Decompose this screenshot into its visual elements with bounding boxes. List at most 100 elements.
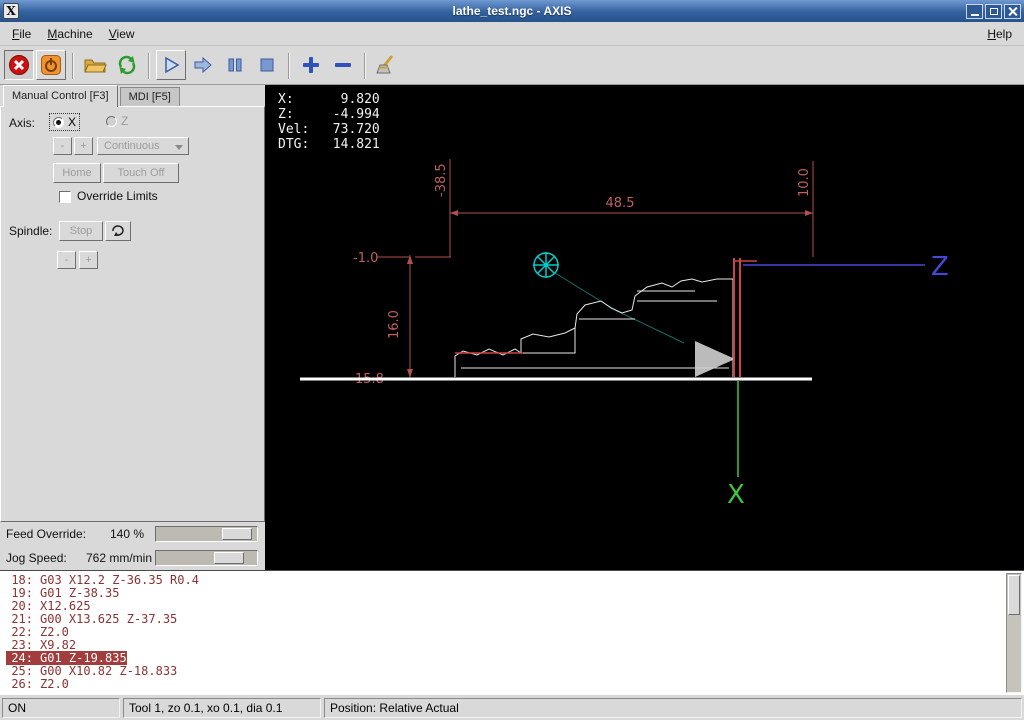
tab-mdi[interactable]: MDI [F5] xyxy=(119,87,180,107)
program-line[interactable]: 22: Z2.0 xyxy=(6,626,1000,639)
stop-button[interactable] xyxy=(252,50,282,80)
preview-canvas[interactable]: 48.5 -38.5 10.0 -1.0 16.0 15.8 xyxy=(265,85,1024,570)
main-area: Manual Control [F3] MDI [F5] Axis: X Z -… xyxy=(0,85,1024,570)
program-line[interactable]: 19: G01 Z-38.35 xyxy=(6,587,1000,600)
toolbar-separator xyxy=(364,53,366,79)
axis-window: X lathe_test.ngc - AXIS File Machine Vie… xyxy=(0,0,1024,720)
program-scrollbar[interactable] xyxy=(1006,573,1022,693)
dim-height-label: 16.0 xyxy=(387,310,402,339)
spindle-forward-button[interactable] xyxy=(105,221,131,241)
jog-speed-row: Jog Speed: 762 mm/min xyxy=(0,546,265,570)
stop-icon xyxy=(260,58,274,72)
menu-view[interactable]: View xyxy=(101,24,143,44)
feed-override-label: Feed Override: xyxy=(6,527,87,541)
jog-minus-button[interactable]: - xyxy=(53,137,72,155)
toolbar-separator xyxy=(72,53,74,79)
close-button[interactable] xyxy=(1004,3,1021,19)
home-button[interactable]: Home xyxy=(53,163,101,183)
control-panel: Manual Control [F3] MDI [F5] Axis: X Z -… xyxy=(0,85,265,570)
window-controls xyxy=(966,3,1021,19)
program-line[interactable]: 26: Z2.0 xyxy=(6,678,1000,691)
spindle-stop-button[interactable]: Stop xyxy=(59,221,103,241)
scrollbar-thumb[interactable] xyxy=(1008,575,1020,615)
feed-override-value: 140 % xyxy=(110,527,145,541)
dro-vel: Vel: 73.720 xyxy=(278,122,380,137)
part-outline xyxy=(454,278,734,377)
z-axis-label: Z xyxy=(931,252,949,282)
axis-label: Axis: xyxy=(9,116,36,130)
dim-top-label: -1.0 xyxy=(353,251,378,266)
estop-icon xyxy=(9,55,29,75)
program-line[interactable]: 23: X9.82 xyxy=(6,639,1000,652)
minimize-icon xyxy=(970,14,979,16)
run-button[interactable] xyxy=(156,50,186,80)
zoom-in-button[interactable] xyxy=(296,50,326,80)
manual-control-pane: Axis: X Z - + Continuous Home Touch Off xyxy=(0,106,265,522)
window-icon: X xyxy=(3,3,19,19)
toolbar-separator xyxy=(148,53,150,79)
tab-bar: Manual Control [F3] MDI [F5] xyxy=(0,85,265,107)
run-icon xyxy=(165,56,180,74)
clear-plot-button[interactable] xyxy=(372,50,402,80)
tool-marker-icon xyxy=(533,252,559,278)
maximize-button[interactable] xyxy=(985,3,1002,19)
tool-cone xyxy=(695,341,735,377)
toolbar xyxy=(0,46,1024,85)
dro-dtg: DTG: 14.821 xyxy=(278,137,380,152)
jog-mode-value: Continuous xyxy=(104,140,160,152)
reload-button[interactable] xyxy=(112,50,142,80)
pause-icon xyxy=(228,58,242,72)
program-line[interactable]: 25: G00 X10.82 Z-18.833 xyxy=(6,665,1000,678)
program-line[interactable]: 18: G03 X12.2 Z-36.35 R0.4 xyxy=(6,574,1000,587)
step-icon xyxy=(194,56,212,74)
program-line[interactable]: 21: G00 X13.625 Z-37.35 xyxy=(6,613,1000,626)
pause-button[interactable] xyxy=(220,50,250,80)
axis-x-radio-label: X xyxy=(68,115,77,129)
titlebar[interactable]: X lathe_test.ngc - AXIS xyxy=(0,0,1024,22)
spindle-label: Spindle: xyxy=(9,224,53,238)
menu-file[interactable]: File xyxy=(4,24,39,44)
feed-override-slider[interactable] xyxy=(155,526,258,542)
axis-z-radio-label: Z xyxy=(121,114,129,128)
slider-handle[interactable] xyxy=(222,528,252,540)
zoom-out-button[interactable] xyxy=(328,50,358,80)
spindle-minus-button[interactable]: - xyxy=(57,251,76,269)
slider-handle[interactable] xyxy=(214,552,244,564)
menu-machine[interactable]: Machine xyxy=(39,24,100,44)
chevron-down-icon xyxy=(175,145,183,150)
touch-off-button[interactable]: Touch Off xyxy=(103,163,179,183)
menu-help[interactable]: Help xyxy=(979,24,1020,44)
jog-mode-dropdown[interactable]: Continuous xyxy=(97,137,189,155)
jog-speed-slider[interactable] xyxy=(155,550,258,566)
estop-button[interactable] xyxy=(4,50,34,80)
open-file-button[interactable] xyxy=(80,50,110,80)
axis-z-radio[interactable]: Z xyxy=(103,113,131,129)
tool-info-cell: Tool 1, zo 0.1, xo 0.1, dia 0.1 xyxy=(123,697,321,718)
axis-x-radio[interactable]: X xyxy=(49,113,81,131)
dim-width-label: 48.5 xyxy=(606,196,635,211)
radio-indicator xyxy=(53,116,64,128)
spindle-forward-icon xyxy=(112,224,124,236)
override-limits-checkbox[interactable] xyxy=(59,191,71,203)
minimize-button[interactable] xyxy=(966,3,983,19)
spindle-plus-button[interactable]: + xyxy=(79,251,98,269)
dim-left-label: -38.5 xyxy=(434,163,449,197)
dim-right-label: 10.0 xyxy=(797,168,812,197)
program-lines: 18: G03 X12.2 Z-36.35 R0.4 19: G01 Z-38.35… xyxy=(6,574,1000,691)
reload-icon xyxy=(118,55,136,75)
program-listing[interactable]: 18: G03 X12.2 Z-36.35 R0.4 19: G01 Z-38.35… xyxy=(0,570,1024,695)
tab-manual-control[interactable]: Manual Control [F3] xyxy=(3,85,118,107)
jog-plus-button[interactable]: + xyxy=(74,137,93,155)
clear-plot-icon xyxy=(376,55,394,74)
feed-override-row: Feed Override: 140 % xyxy=(0,522,265,546)
step-button[interactable] xyxy=(188,50,218,80)
close-icon xyxy=(1008,7,1017,16)
machine-power-button[interactable] xyxy=(36,50,66,80)
dro-x: X: 9.820 xyxy=(278,92,380,107)
jog-speed-value: 762 mm/min xyxy=(86,551,153,565)
dro-z: Z: -4.994 xyxy=(278,107,380,122)
dro-readout: X: 9.820 Z: -4.994 Vel: 73.720 DTG: 14.8… xyxy=(278,92,380,152)
maximize-icon xyxy=(989,7,998,15)
statusbar: ON Tool 1, zo 0.1, xo 0.1, dia 0.1 Posit… xyxy=(0,695,1024,720)
dimension-labels: 48.5 -38.5 10.0 -1.0 16.0 15.8 xyxy=(353,163,812,387)
